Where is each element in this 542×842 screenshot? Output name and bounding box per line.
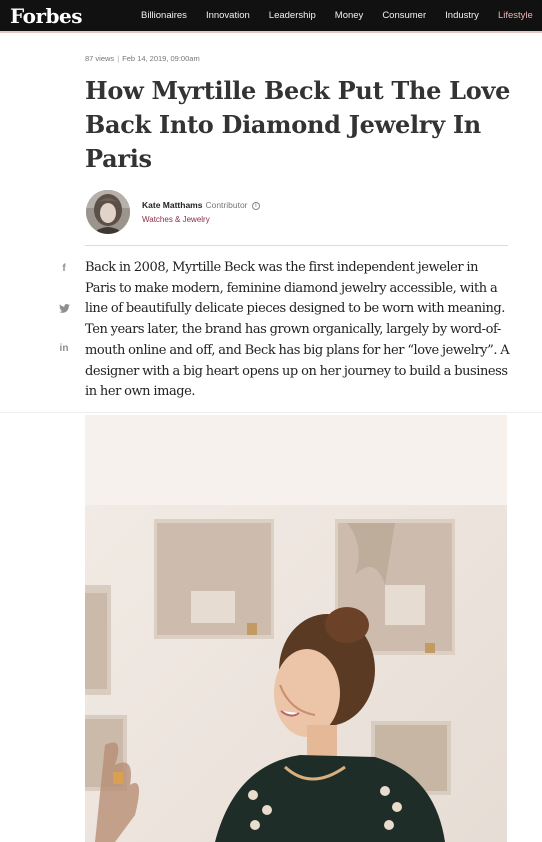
meta-separator: | (117, 54, 120, 63)
author-name[interactable]: Kate Matthams (142, 200, 202, 210)
nav-item-money[interactable]: Money (335, 10, 364, 21)
article-meta: 87 views | Feb 14, 2019, 09:00am (85, 54, 200, 63)
nav-item-consumer[interactable]: Consumer (382, 10, 426, 21)
nav-item-billionaires[interactable]: Billionaires (141, 10, 187, 21)
nav-item-lifestyle[interactable]: Lifestyle (498, 10, 533, 21)
top-nav-bar: Forbes Billionaires Innovation Leadershi… (0, 0, 542, 31)
article-lead-paragraph: Back in 2008, Myrtille Beck was the firs… (85, 260, 510, 400)
twitter-share-icon[interactable] (57, 301, 71, 315)
view-count: 87 views (85, 54, 115, 63)
avatar-photo (86, 190, 130, 234)
facebook-glyph: f (62, 262, 66, 274)
nav-item-industry[interactable]: Industry (445, 10, 479, 21)
nav-accent-line (0, 31, 542, 33)
linkedin-glyph: in (59, 342, 69, 354)
author-role: Contributor (205, 200, 248, 210)
nav-menu: Billionaires Innovation Leadership Money… (141, 0, 542, 31)
author-section-link[interactable]: Watches & Jewelry (142, 215, 210, 224)
facebook-share-icon[interactable]: f (57, 261, 71, 275)
hero-photo (85, 415, 507, 842)
nav-item-leadership[interactable]: Leadership (269, 10, 316, 21)
author-divider (85, 245, 508, 246)
nav-item-innovation[interactable]: Innovation (206, 10, 250, 21)
forbes-logo[interactable]: Forbes (10, 4, 82, 28)
article-title: How Myrtille Beck Put The Love Back Into… (85, 76, 511, 173)
twitter-bird-icon (58, 303, 70, 313)
linkedin-share-icon[interactable]: in (57, 341, 71, 355)
author-avatar[interactable] (86, 190, 130, 234)
author-line: Kate Matthams Contributor i (142, 200, 260, 210)
content-separator (0, 412, 542, 413)
article-hero-image[interactable] (85, 415, 507, 842)
info-icon[interactable]: i (251, 201, 260, 210)
publish-date: Feb 14, 2019, 09:00am (122, 54, 200, 63)
